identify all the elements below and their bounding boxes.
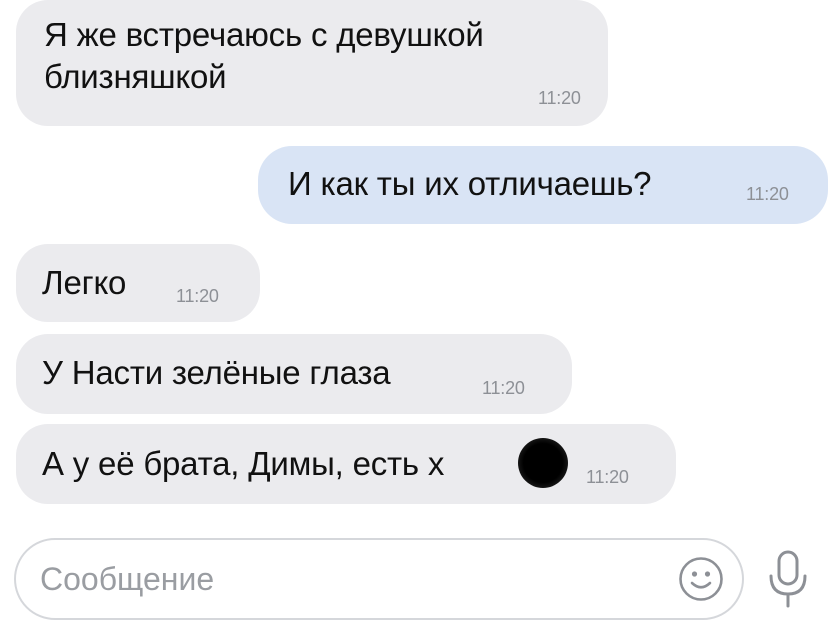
message-text: У Насти зелёные глаза — [42, 354, 391, 391]
message-bubble-outgoing[interactable]: И как ты их отличаешь? 11:20 — [258, 146, 828, 224]
redaction-blot — [518, 438, 568, 488]
message-bubble-incoming[interactable]: Я же встречаюсь с девушкой близняшкой 11… — [16, 0, 608, 126]
message-text: Легко — [42, 264, 127, 301]
message-bubble-incoming[interactable]: Легко 11:20 — [16, 244, 260, 322]
message-timestamp: 11:20 — [586, 467, 629, 487]
message-input[interactable] — [14, 538, 744, 620]
microphone-icon[interactable] — [762, 548, 814, 612]
emoji-icon[interactable] — [678, 556, 724, 602]
composer-bar — [0, 520, 830, 632]
message-timestamp: 11:20 — [538, 88, 581, 108]
message-bubble-incoming[interactable]: У Насти зелёные глаза 11:20 — [16, 334, 572, 414]
message-timestamp: 11:20 — [176, 286, 219, 306]
message-bubble-incoming[interactable]: А у её брата, Димы, есть х 11:20 — [16, 424, 676, 504]
message-list[interactable]: Я же встречаюсь с девушкой близняшкой 11… — [0, 0, 830, 520]
message-timestamp: 11:20 — [482, 378, 525, 398]
message-text: Я же встречаюсь с девушкой близняшкой — [44, 16, 484, 95]
message-timestamp: 11:20 — [746, 184, 789, 204]
message-text: И как ты их отличаешь? — [288, 165, 652, 202]
message-text: А у её брата, Димы, есть х — [42, 445, 445, 482]
